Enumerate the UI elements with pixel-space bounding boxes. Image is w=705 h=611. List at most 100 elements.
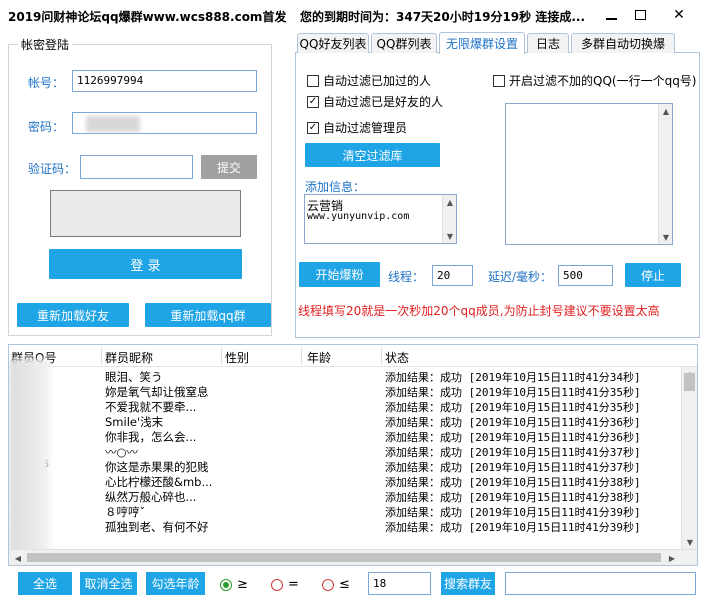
reload-friends-button[interactable]: 重新加载好友 [17, 303, 129, 327]
row-status: 添加结果：成功 [2019年10月15日11时41分36秒] [385, 416, 641, 429]
header-gender[interactable]: 性别 [225, 349, 249, 366]
row-status: 添加结果：成功 [2019年10月15日11时41分39秒] [385, 506, 641, 519]
hscroll-thumb[interactable] [27, 553, 661, 562]
window-title: 2019问财神论坛qq爆群www.wcs888.com首发 [8, 10, 287, 24]
add-info-label: 添加信息： [305, 180, 366, 194]
tab-unlimited-settings[interactable]: 无限爆群设置 [439, 32, 525, 54]
password-label: 密码： [28, 120, 65, 134]
scroll-down-icon[interactable]: ▼ [683, 535, 697, 549]
row-nickname: 你这是赤果果的犯贱 [105, 460, 209, 474]
table-vscrollbar[interactable]: ▲ ▼ [681, 367, 697, 549]
row-status: 添加结果：成功 [2019年10月15日11时41分34秒] [385, 371, 641, 384]
title-bar: 2019问财神论坛qq爆群www.wcs888.com首发 您的到期时间为：34… [0, 0, 705, 32]
table-row[interactable]: 211 Smile'浅末 添加结果：成功 [2019年10月15日11时41分3… [9, 414, 689, 429]
reload-groups-button[interactable]: 重新加载qq群 [145, 303, 271, 327]
filter-unadded-qq-label: 开启过滤不加的QQ(一行一个qq号) [509, 74, 697, 88]
search-members-input[interactable] [505, 572, 696, 595]
account-input[interactable]: 1126997994 [72, 70, 257, 92]
header-separator [381, 347, 382, 365]
age-ge-radio[interactable]: ≥ [220, 577, 248, 592]
search-members-button[interactable]: 搜索群友 [441, 572, 495, 595]
table-header: 群员Q号 群员昵称 性别 年龄 状态 [9, 345, 697, 367]
scroll-left-icon[interactable]: ◀ [11, 551, 25, 565]
row-status: 添加结果：成功 [2019年10月15日11时41分37秒] [385, 446, 641, 459]
tab-qq-groups[interactable]: QQ群列表 [371, 33, 437, 53]
scroll-down-icon[interactable]: ▼ [659, 230, 673, 244]
captcha-image[interactable] [50, 190, 241, 237]
captcha-input[interactable] [80, 155, 193, 179]
header-separator [221, 347, 222, 365]
row-nickname: 眼泪、笑う [105, 370, 163, 384]
table-row[interactable]: 5398 孤独到老、有何不好 添加结果：成功 [2019年10月15日11时41… [9, 519, 689, 534]
threads-input[interactable]: 20 [432, 265, 473, 286]
row-status: 添加结果：成功 [2019年10月15日11时41分36秒] [385, 431, 641, 444]
filter-friends-checkbox[interactable]: ✓ 自动过滤已是好友的人 [307, 93, 443, 110]
table-row[interactable]: 95 妳是氧气却让俄窒息 添加结果：成功 [2019年10月15日11时41分3… [9, 384, 689, 399]
filter-friends-label: 自动过滤已是好友的人 [323, 95, 444, 109]
close-button[interactable]: ✕ [664, 2, 694, 28]
unadded-qq-textarea[interactable]: ▲ ▼ [505, 103, 673, 245]
age-ge-symbol: ≥ [237, 577, 248, 592]
tab-log[interactable]: 日志 [527, 33, 569, 53]
scroll-up-icon[interactable]: ▲ [443, 195, 457, 209]
tab-multi-group-switch[interactable]: 多群自动切换爆 [571, 33, 675, 53]
vscroll-thumb[interactable] [684, 373, 695, 391]
select-age-button[interactable]: 勾选年龄 [146, 572, 205, 595]
header-age[interactable]: 年龄 [307, 349, 331, 366]
row-status: 添加结果：成功 [2019年10月15日11时41分35秒] [385, 386, 641, 399]
table-row[interactable]: 3758 心比柠檬还酸&mb... 添加结果：成功 [2019年10月15日11… [9, 474, 689, 489]
row-nickname: 你非我，怎么会... [105, 430, 197, 444]
submit-captcha-button[interactable]: 提交 [201, 155, 257, 179]
table-row[interactable]: 1873 你非我，怎么会... 添加结果：成功 [2019年10月15日11时4… [9, 429, 689, 444]
table-row[interactable]: 2881 〰○〰 添加结果：成功 [2019年10月15日11时41分37秒] [9, 444, 689, 459]
delay-input[interactable]: 500 [558, 265, 613, 286]
header-separator [301, 347, 302, 365]
minimize-button[interactable] [596, 2, 626, 28]
password-blur [86, 116, 140, 132]
header-status[interactable]: 状态 [385, 349, 409, 366]
table-row[interactable]: 3768 纵然万般心碎也... 添加结果：成功 [2019年10月15日11时4… [9, 489, 689, 504]
stop-button[interactable]: 停止 [625, 263, 681, 287]
maximize-button[interactable] [625, 2, 655, 28]
age-le-radio[interactable]: ≤ [322, 577, 350, 592]
row-status: 添加结果：成功 [2019年10月15日11时41分38秒] [385, 491, 641, 504]
login-button[interactable]: 登 录 [49, 249, 242, 279]
table-hscrollbar[interactable]: ◀ ▶ [9, 549, 697, 565]
unadded-qq-scrollbar[interactable]: ▲ ▼ [658, 104, 672, 244]
filter-unadded-qq-checkbox[interactable]: 开启过滤不加的QQ(一行一个qq号) [493, 72, 697, 89]
select-all-button[interactable]: 全选 [18, 572, 72, 595]
scroll-down-icon[interactable]: ▼ [443, 229, 457, 243]
filter-admins-checkbox[interactable]: ✓ 自动过滤管理员 [307, 119, 407, 136]
add-info-scrollbar[interactable]: ▲ ▼ [442, 195, 456, 243]
row-nickname: Smile'浅末 [105, 415, 164, 429]
scroll-up-icon[interactable]: ▲ [659, 104, 673, 118]
table-row[interactable]: 5295 ８哼哼ˇ 添加结果：成功 [2019年10月15日11时41分39秒] [9, 504, 689, 519]
add-info-textarea[interactable]: 云营销 www.yunyunvip.com ▲ ▼ [304, 194, 457, 244]
scroll-right-icon[interactable]: ▶ [665, 551, 679, 565]
table-row[interactable]: 358 不爱我就不要牵... 添加结果：成功 [2019年10月15日11时41… [9, 399, 689, 414]
header-separator [101, 347, 102, 365]
table-row[interactable]: 0 3025 你这是赤果果的犯贱 添加结果：成功 [2019年10月15日11时… [9, 459, 689, 474]
age-input[interactable]: 18 [368, 572, 431, 595]
row-nickname: 不爱我就不要牵... [105, 400, 197, 414]
checkmark-icon: ✓ [307, 95, 319, 108]
age-le-symbol: ≤ [339, 577, 350, 592]
filter-added-label: 自动过滤已加过的人 [323, 74, 432, 88]
qq-blur-mask [9, 359, 49, 565]
radio-icon [322, 578, 334, 591]
filter-admins-label: 自动过滤管理员 [323, 121, 408, 135]
row-status: 添加结果：成功 [2019年10月15日11时41分38秒] [385, 476, 641, 489]
maximize-icon [634, 10, 646, 20]
table-row[interactable]: 086 眼泪、笑う 添加结果：成功 [2019年10月15日11时41分34秒] [9, 369, 689, 384]
checkmark-icon: ✓ [307, 121, 319, 134]
row-status: 添加结果：成功 [2019年10月15日11时41分39秒] [385, 521, 641, 534]
age-eq-radio[interactable]: = [271, 577, 299, 592]
header-nickname[interactable]: 群员昵称 [105, 349, 153, 366]
deselect-all-button[interactable]: 取消全选 [80, 572, 137, 595]
tab-qq-friends[interactable]: QQ好友列表 [297, 33, 369, 53]
clear-filter-button[interactable]: 清空过滤库 [305, 143, 440, 167]
start-button[interactable]: 开始爆粉 [299, 262, 380, 287]
row-status: 添加结果：成功 [2019年10月15日11时41分37秒] [385, 461, 641, 474]
filter-added-checkbox[interactable]: 自动过滤已加过的人 [307, 72, 431, 89]
add-info-line2: www.yunyunvip.com [307, 211, 410, 222]
